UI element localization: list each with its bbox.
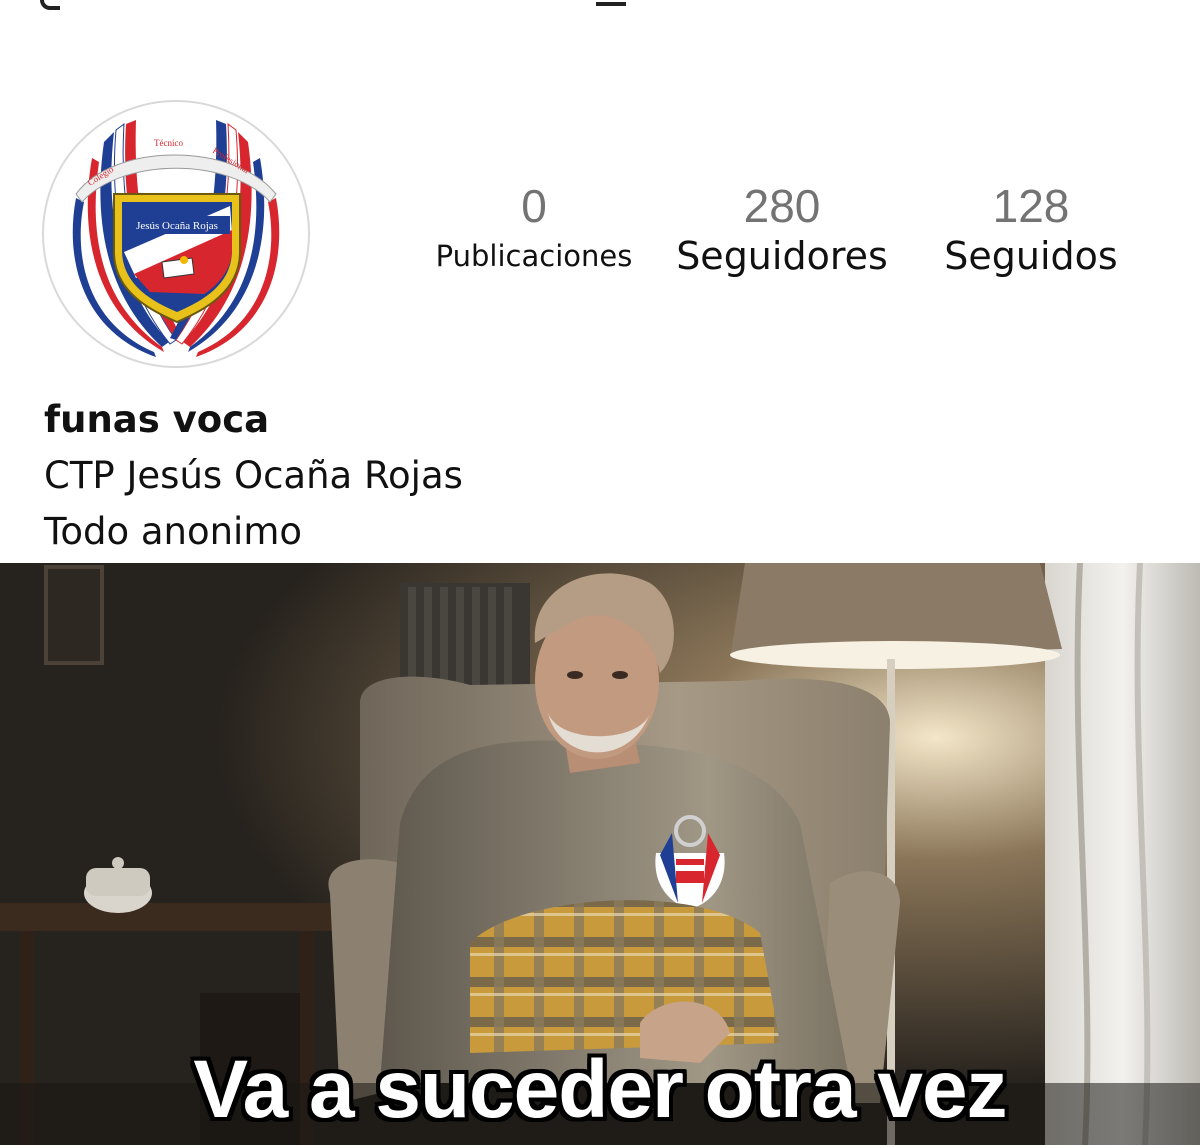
posts-label: Publicaciones (435, 239, 633, 273)
username-underscore-fragment (596, 2, 626, 6)
back-arrow-icon[interactable] (40, 0, 60, 10)
following-count-stat[interactable]: 128 Seguidos (928, 180, 1134, 280)
posts-count: 0 (521, 180, 547, 232)
followers-count: 280 (743, 180, 821, 232)
profile-display-name: funas voca (44, 398, 270, 441)
followers-count-stat[interactable]: 280 Seguidores (668, 180, 896, 280)
followers-label: Seguidores (676, 234, 888, 278)
following-label: Seguidos (944, 234, 1118, 278)
meme-caption: Va a suceder otra vez (193, 1044, 1007, 1135)
bio-line-school: CTP Jesús Ocaña Rojas (44, 454, 463, 497)
bio-line-anonymous: Todo anonimo (44, 510, 303, 553)
posts-count-stat[interactable]: 0 Publicaciones (420, 180, 648, 280)
profile-bio: funas voca CTP Jesús Ocaña Rojas Todo an… (44, 392, 744, 560)
cropped-header (0, 0, 1200, 14)
screenshot-root: Colegio Técnico Profesional Jesús Ocaña … (0, 0, 1200, 1145)
profile-avatar[interactable]: Colegio Técnico Profesional Jesús Ocaña … (42, 100, 310, 368)
crest-arc-text-2: Técnico (154, 138, 183, 148)
following-count: 128 (992, 180, 1070, 232)
school-crest-logo: Colegio Técnico Profesional Jesús Ocaña … (72, 120, 280, 357)
crest-shield-text: Jesús Ocaña Rojas (136, 220, 218, 232)
